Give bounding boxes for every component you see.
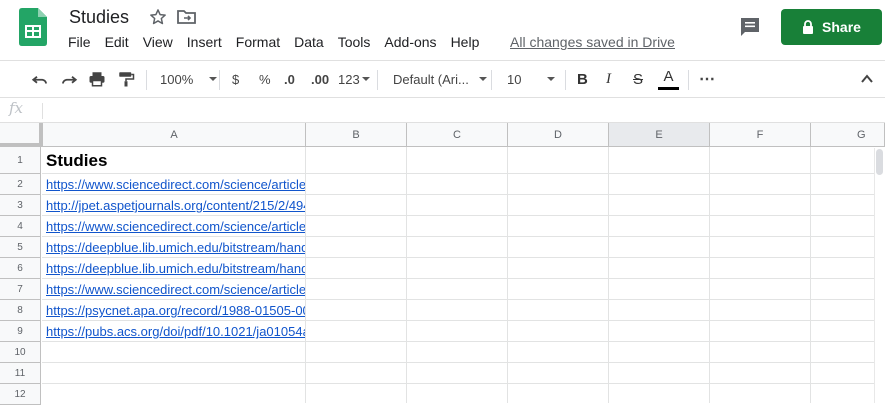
row-header[interactable]: 11: [0, 363, 41, 384]
column-header-b[interactable]: B: [306, 123, 407, 147]
row-header[interactable]: 8: [0, 300, 41, 321]
cell-a6-link[interactable]: https://deepblue.lib.umich.edu/bitstream…: [46, 261, 305, 278]
menu-format[interactable]: Format: [236, 34, 280, 50]
row-header[interactable]: 3: [0, 195, 41, 216]
row-header[interactable]: 10: [0, 342, 41, 363]
more-formats-button[interactable]: 123: [338, 61, 370, 97]
column-header-c[interactable]: C: [407, 123, 508, 147]
row-header[interactable]: 5: [0, 237, 41, 258]
zoom-select[interactable]: 100%: [160, 61, 218, 97]
star-icon[interactable]: [148, 7, 168, 27]
scrollbar-thumb[interactable]: [876, 149, 883, 175]
app-header: Studies File Edit View Insert Format Dat…: [0, 0, 885, 60]
redo-icon[interactable]: [60, 61, 78, 97]
cell-a5-link[interactable]: https://deepblue.lib.umich.edu/bitstream…: [46, 240, 305, 257]
select-all-corner[interactable]: [0, 123, 43, 147]
cell-a2-link[interactable]: https://www.sciencedirect.com/science/ar…: [46, 177, 305, 194]
menu-tools[interactable]: Tools: [338, 34, 371, 50]
font-size-select[interactable]: 10: [507, 61, 556, 97]
fx-icon: fx: [9, 99, 24, 117]
menu-bar: File Edit View Insert Format Data Tools …: [68, 34, 493, 50]
font-size-value: 10: [507, 71, 522, 87]
cell-a8-link[interactable]: https://psycnet.apa.org/record/1988-0150…: [46, 303, 305, 320]
menu-add-ons[interactable]: Add-ons: [384, 34, 436, 50]
currency-format-button[interactable]: $: [232, 61, 239, 97]
lock-icon: [803, 20, 814, 34]
toolbar: 100% $ % .0 .00 123 Default (Ari... 10 B…: [0, 60, 885, 98]
print-icon[interactable]: [88, 61, 106, 97]
cell-a7-link[interactable]: https://www.sciencedirect.com/science/ar…: [46, 282, 305, 299]
row-header[interactable]: 7: [0, 279, 41, 300]
more-formats-label: 123: [338, 71, 360, 87]
font-family-value: Default (Ari...: [393, 71, 469, 87]
sheets-logo-icon[interactable]: [19, 8, 47, 46]
document-title[interactable]: Studies: [69, 7, 129, 28]
row-header[interactable]: 2: [0, 174, 41, 195]
row-header[interactable]: 9: [0, 321, 41, 342]
row-header[interactable]: 12: [0, 384, 41, 405]
sheet-grid[interactable]: A B C D E F G 1 2 3 4 5 6 7 8 9 10 11 12…: [0, 123, 885, 405]
share-button[interactable]: Share: [781, 9, 882, 45]
share-label: Share: [822, 19, 861, 35]
row-header[interactable]: 1: [0, 147, 41, 174]
collapse-menus-icon[interactable]: [860, 61, 874, 97]
text-color-button[interactable]: A: [658, 61, 679, 97]
italic-button[interactable]: I: [606, 61, 611, 97]
bold-button[interactable]: B: [577, 61, 588, 97]
cell-a1[interactable]: Studies: [46, 151, 305, 173]
column-header-g[interactable]: G: [811, 123, 885, 147]
save-status-link[interactable]: All changes saved in Drive: [510, 34, 675, 50]
formula-input[interactable]: [50, 102, 870, 120]
percent-format-button[interactable]: %: [259, 61, 271, 97]
menu-edit[interactable]: Edit: [105, 34, 129, 50]
menu-insert[interactable]: Insert: [187, 34, 222, 50]
formula-bar: fx: [0, 99, 885, 123]
column-header-d[interactable]: D: [508, 123, 609, 147]
vertical-scrollbar[interactable]: [874, 148, 885, 403]
column-header-e[interactable]: E: [609, 123, 710, 147]
paint-format-icon[interactable]: [117, 61, 135, 97]
cell-a4-link[interactable]: https://www.sciencedirect.com/science/ar…: [46, 219, 305, 236]
cell-a3-link[interactable]: http://jpet.aspetjournals.org/content/21…: [46, 198, 305, 215]
undo-icon[interactable]: [31, 61, 49, 97]
menu-file[interactable]: File: [68, 34, 91, 50]
text-color-swatch: [658, 86, 679, 90]
menu-data[interactable]: Data: [294, 34, 324, 50]
cell-a9-link[interactable]: https://pubs.acs.org/doi/pdf/10.1021/ja0…: [46, 324, 305, 341]
comments-icon[interactable]: [738, 15, 762, 39]
menu-view[interactable]: View: [143, 34, 173, 50]
row-header[interactable]: 4: [0, 216, 41, 237]
more-options-icon[interactable]: ⋯: [699, 61, 715, 97]
menu-help[interactable]: Help: [451, 34, 480, 50]
move-folder-icon[interactable]: [177, 8, 197, 26]
row-header[interactable]: 6: [0, 258, 41, 279]
column-header-a[interactable]: A: [43, 123, 306, 147]
zoom-value: 100%: [160, 71, 194, 87]
decrease-decimal-button[interactable]: .0: [284, 61, 295, 97]
increase-decimal-button[interactable]: .00: [311, 61, 329, 97]
strikethrough-button[interactable]: S: [633, 61, 643, 97]
text-color-label: A: [663, 67, 674, 85]
font-family-select[interactable]: Default (Ari...: [393, 61, 487, 97]
column-header-f[interactable]: F: [710, 123, 811, 147]
